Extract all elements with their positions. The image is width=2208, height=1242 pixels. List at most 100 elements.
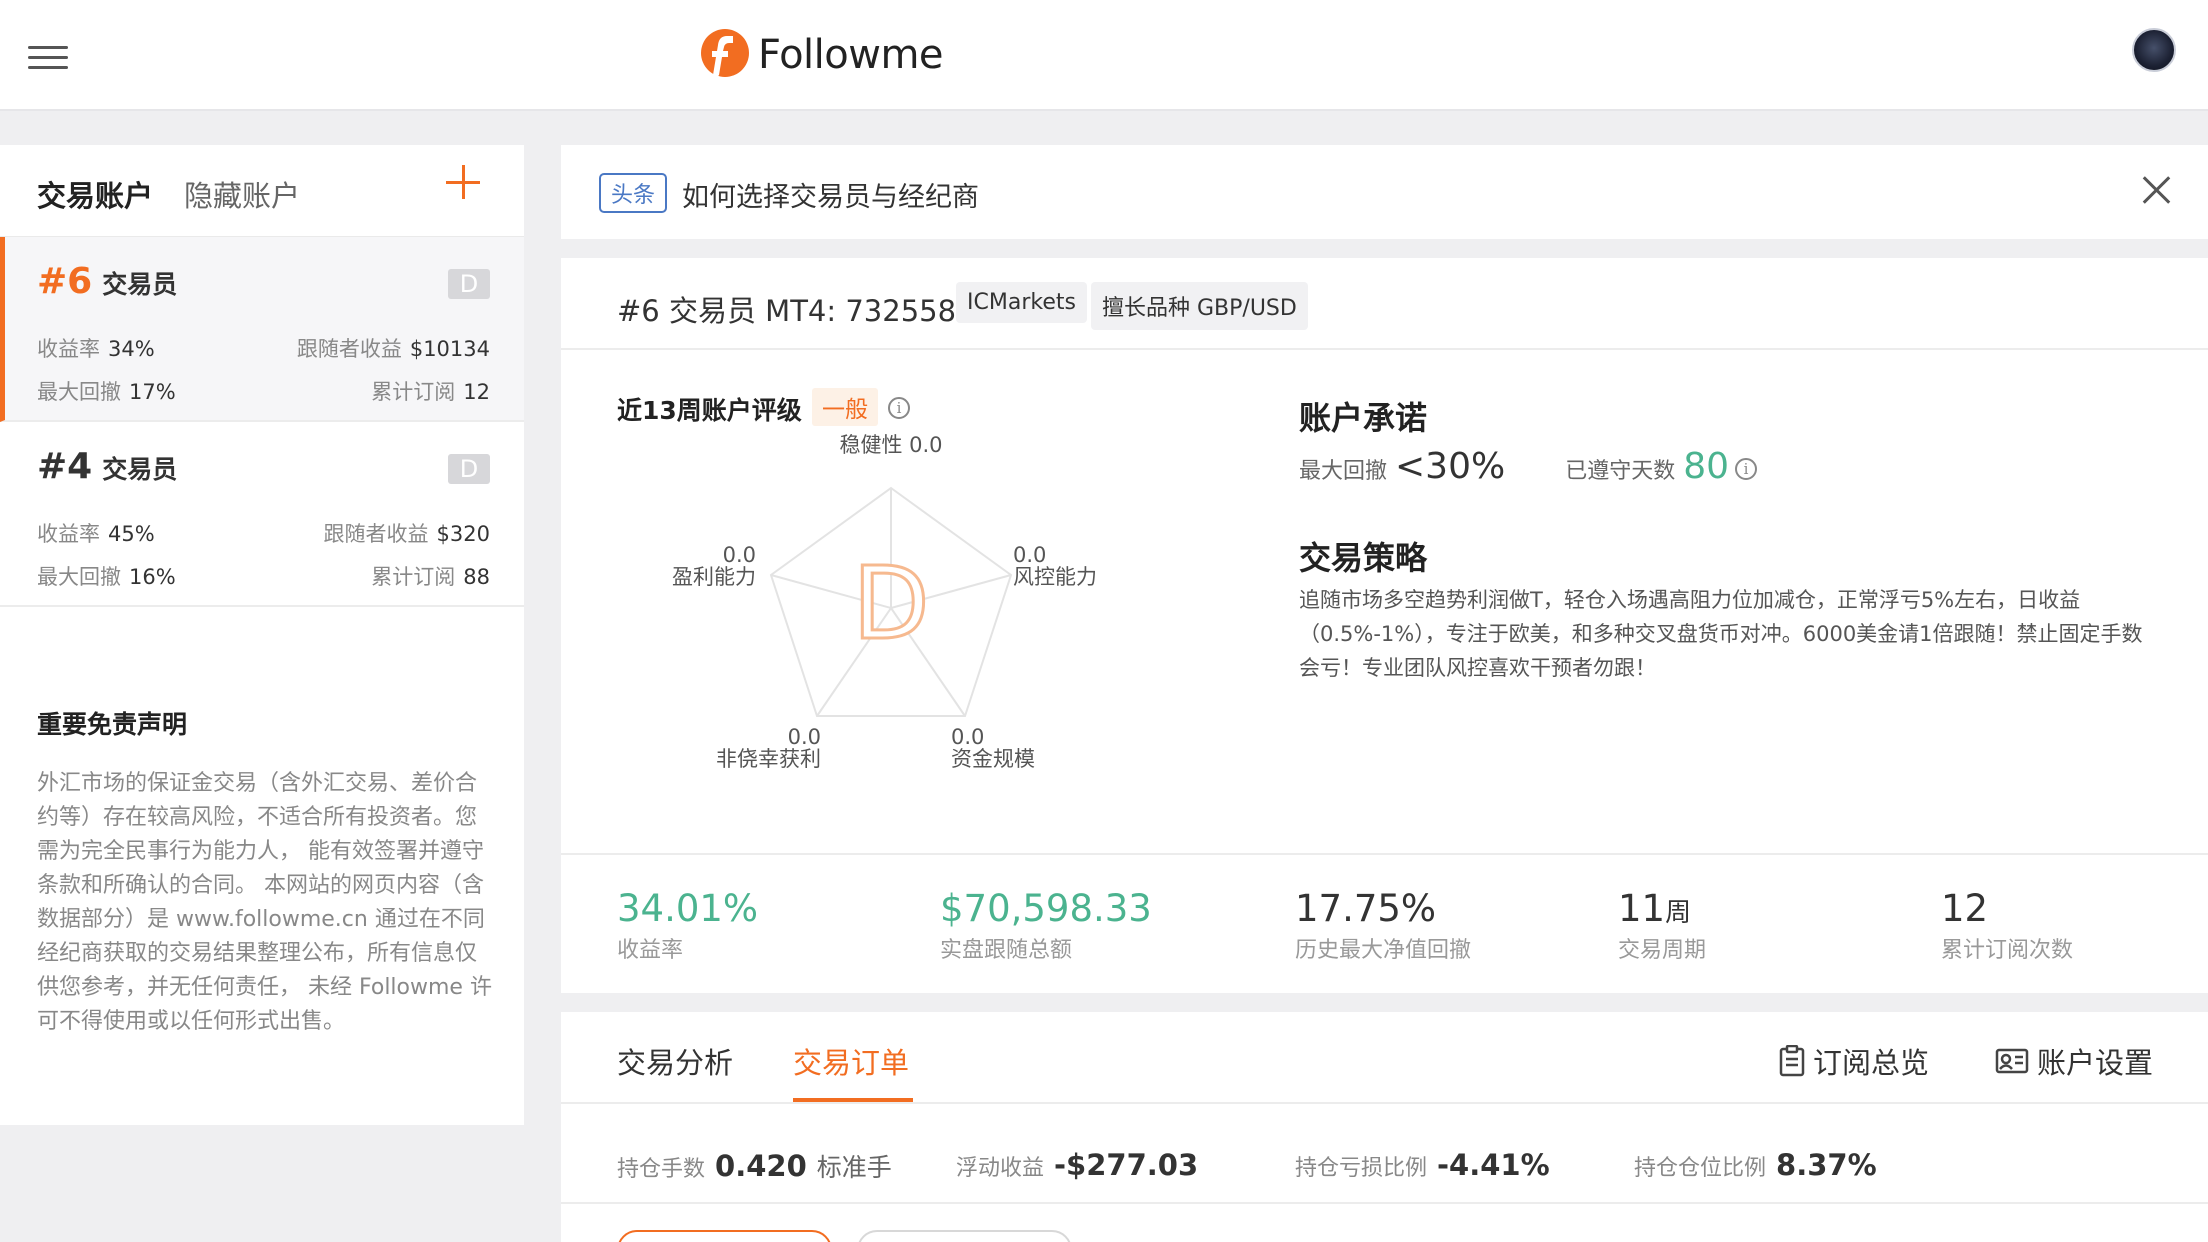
position-label: 浮动收益 [956, 1156, 1045, 1181]
followme-logo-icon [701, 29, 749, 81]
subscriptions-value: 88 [463, 565, 490, 589]
account-promise-row: 最大回撤 <30% 已遵守天数 80 i [1299, 446, 1758, 487]
account-stats-row: 最大回撤 16% 累计订阅 88 [37, 561, 490, 591]
info-icon[interactable]: i [1735, 458, 1758, 480]
position-value: 0.420 [715, 1149, 807, 1183]
max-drawdown-label: 最大回撤 [37, 380, 121, 404]
subscriptions-label: 累计订阅 [371, 565, 456, 589]
return-rate-value: 45% [108, 522, 155, 546]
info-icon[interactable]: i [888, 397, 910, 419]
total-subscriptions: 累计订阅 12 [371, 376, 490, 406]
top-bar: Followme [0, 0, 2208, 111]
metric-unit: 周 [1665, 898, 1692, 928]
tab-trade-orders[interactable]: 交易订单 [793, 1040, 909, 1082]
axis-value: 0.0 [909, 433, 943, 457]
close-icon[interactable] [2141, 175, 2171, 205]
return-rate: 收益率 34% [37, 333, 155, 363]
tab-trading-accounts[interactable]: 交易账户 [37, 173, 153, 215]
specialty-chip: 擅长品种 GBP/USD [1091, 282, 1308, 330]
position-value: 8.37% [1776, 1148, 1877, 1182]
filter-pill[interactable] [857, 1230, 1072, 1242]
subscription-overview-button[interactable]: 订阅总览 [1779, 1040, 1929, 1082]
floating-profit: 浮动收益 -$277.03 [956, 1148, 1198, 1182]
axis-value: 0.0 [951, 725, 985, 749]
rating-title: 近13周账户评级 [617, 396, 802, 425]
user-avatar[interactable] [2132, 28, 2176, 72]
promise-drawdown-value: <30% [1395, 446, 1506, 487]
axis-name: 稳健性 [839, 433, 903, 457]
promise-drawdown-label: 最大回撤 [1299, 459, 1388, 484]
strategy-title: 交易策略 [1299, 539, 1428, 577]
rating-level-badge: 一般 [812, 388, 878, 426]
position-loss-ratio: 持仓亏损比例 -4.41% [1295, 1148, 1550, 1182]
followme-logo[interactable]: Followme [700, 25, 944, 85]
account-stats-row: 收益率 45% 跟随者收益 $320 [37, 518, 490, 548]
follower-profit: 跟随者收益 $320 [324, 518, 490, 548]
account-heading: #6 交易员 [37, 261, 177, 302]
tab-trade-analysis[interactable]: 交易分析 [617, 1040, 733, 1082]
position-label: 持仓仓位比例 [1634, 1156, 1767, 1181]
radar-label-stability: 稳健性 0.0 [821, 434, 961, 456]
axis-value: 0.0 [787, 725, 821, 749]
headline-tag: 头条 [599, 173, 668, 213]
position-lots: 持仓手数 0.420 标准手 [617, 1148, 892, 1184]
position-ratio: 持仓仓位比例 8.37% [1634, 1148, 1877, 1182]
max-drawdown: 最大回撤 17% [37, 376, 176, 406]
metric-label: 收益率 [617, 938, 684, 963]
max-drawdown: 最大回撤 16% [37, 561, 176, 591]
metric-follow-total: $70,598.33 实盘跟随总额 [940, 887, 1152, 964]
metric-subscriptions: 12 累计订阅次数 [1941, 887, 2073, 964]
radar-label-risk-control: 0.0 风控能力 [1013, 544, 1097, 588]
divider [561, 1202, 2208, 1204]
metric-value: 34.01% [617, 887, 759, 930]
rating-grade-letter: D [852, 545, 929, 662]
subscriptions-label: 累计订阅 [371, 380, 456, 404]
headline-bar: 头条 如何选择交易员与经纪商 [561, 145, 2208, 239]
axis-value: 0.0 [1013, 543, 1047, 567]
divider [561, 1102, 2208, 1104]
disclaimer-body: 外汇市场的保证金交易（含外汇交易、差价合约等）存在较高风险，不适合所有投资者。您… [37, 771, 492, 1034]
metrics-row: 34.01% 收益率 $70,598.33 实盘跟随总额 17.75% 历史最大… [561, 853, 2208, 993]
axis-name: 盈利能力 [672, 565, 756, 589]
headline-link[interactable]: 如何选择交易员与经纪商 [682, 175, 979, 214]
follower-profit-label: 跟随者收益 [296, 337, 402, 361]
total-subscriptions: 累计订阅 88 [371, 561, 490, 591]
tab-hidden-accounts[interactable]: 隐藏账户 [184, 173, 300, 215]
account-card-4[interactable]: #4 交易员 D 收益率 45% 跟随者收益 $320 最大回撤 16% 累计订阅 88 [0, 422, 524, 607]
disclaimer-title: 重要免责声明 [37, 710, 188, 739]
axis-name: 资金规模 [951, 747, 1035, 771]
subscription-overview-label: 订阅总览 [1813, 1046, 1930, 1080]
account-heading: #4 交易员 [37, 446, 177, 487]
follower-profit-value: $10134 [409, 337, 490, 361]
promise-days-value: 80 [1683, 446, 1730, 487]
hamburger-menu-icon[interactable] [28, 46, 68, 72]
metric-return-rate: 34.01% 收益率 [617, 887, 758, 964]
filter-pill-active[interactable] [617, 1230, 832, 1242]
id-card-icon [1995, 1048, 2029, 1074]
metric-label: 历史最大净值回撤 [1295, 938, 1472, 963]
add-account-icon[interactable] [446, 165, 482, 201]
axis-name: 风控能力 [1013, 565, 1097, 589]
metric-max-drawdown: 17.75% 历史最大净值回撤 [1295, 887, 1471, 964]
account-tabs: 交易账户 隐藏账户 [0, 145, 524, 237]
account-stats-row: 最大回撤 17% 累计订阅 12 [37, 376, 490, 406]
max-drawdown-value: 16% [129, 565, 176, 589]
broker-chip: ICMarkets [956, 282, 1087, 323]
position-value: -4.41% [1437, 1148, 1550, 1182]
radar-label-non-luck-profit: 0.0 非侥幸获利 [701, 726, 821, 770]
metric-value-group: 11周 [1618, 887, 1706, 930]
position-unit: 标准手 [816, 1153, 892, 1182]
trader-header: #6 交易员 MT4: 732558 ICMarkets 擅长品种 GBP/US… [561, 258, 2208, 350]
follower-profit-value: $320 [436, 522, 490, 546]
return-rate: 收益率 45% [37, 518, 155, 548]
account-settings-button[interactable]: 账户设置 [1995, 1040, 2153, 1082]
account-role: 交易员 [102, 270, 178, 299]
return-rate-label: 收益率 [37, 522, 100, 546]
metric-value: 12 [1941, 887, 1989, 930]
account-card-6[interactable]: #6 交易员 D 收益率 34% 跟随者收益 $10134 最大回撤 17% 累计订阅… [0, 237, 524, 422]
strategy-text: 追随市场多空趋势利润做T，轻仓入场遇高阻力位加减仓，正常浮亏5%左右，日收益（0… [1299, 588, 2143, 680]
account-settings-label: 账户设置 [2037, 1046, 2154, 1080]
accounts-panel: 交易账户 隐藏账户 #6 交易员 D 收益率 34% 跟随者收益 $10134 最大… [0, 145, 524, 1125]
promise-days-label: 已遵守天数 [1565, 459, 1676, 484]
account-stats-row: 收益率 34% 跟随者收益 $10134 [37, 333, 490, 363]
